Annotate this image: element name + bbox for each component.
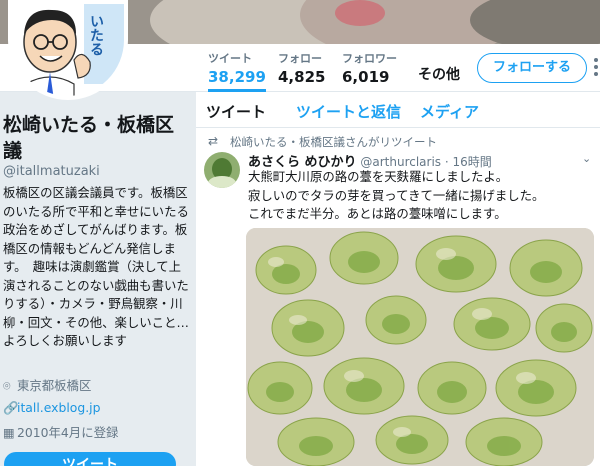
profile-handle[interactable]: @itallmatuzaki xyxy=(3,164,100,179)
tweet-text-line: これでまだ半分。あとは路の薹味噌にします。 xyxy=(248,206,507,221)
follow-button[interactable]: フォローする xyxy=(477,53,587,83)
profile-sidebar: 松崎いたる・板橋区議 @itallmatuzaki 板橋区の区議会議員です。板橋… xyxy=(0,100,201,466)
stat-followers-value: 6,019 xyxy=(342,68,390,86)
stat-followers[interactable]: フォロワー 6,019 xyxy=(342,50,397,86)
tweet-text-line: 大熊町大川原の路の薹を天麩羅にしましたよ。 xyxy=(248,169,509,184)
profile-name[interactable]: 松崎いたる・板橋区議 xyxy=(3,112,183,164)
stat-following-value: 4,825 xyxy=(278,68,326,86)
tweet-photo[interactable] xyxy=(246,228,594,466)
profile-joined: ▦ 2010年4月に登録 xyxy=(3,423,118,441)
profile-url-text[interactable]: itall.exblog.jp xyxy=(17,400,100,415)
profile-location: ⌾ 東京都板橋区 xyxy=(3,376,91,394)
tweet-text: 大熊町大川原の路の薹を天麩羅にしましたよ。 寂しいのでタラの芽を買ってきて一緒に… xyxy=(248,168,592,224)
retweet-icon: ⇄ xyxy=(208,134,219,148)
tab-media[interactable]: メディア xyxy=(420,101,479,122)
tweet-timestamp[interactable]: · 16時間 xyxy=(445,155,492,169)
timeline-tabs: ツイート ツイートと返信 メディア xyxy=(196,92,600,128)
profile-location-text: 東京都板橋区 xyxy=(17,378,92,393)
stat-following-label: フォロー xyxy=(278,52,322,65)
tweet-author-avatar[interactable] xyxy=(204,152,240,188)
avatar-text: いたる xyxy=(88,14,104,56)
tweet-button[interactable]: ツイート xyxy=(4,452,176,466)
retweet-context-text: 松崎いたる・板橋区議さんがリツイート xyxy=(230,135,437,149)
stat-tweets-value: 38,299 xyxy=(208,68,266,86)
tab-tweets[interactable]: ツイート xyxy=(206,101,266,122)
profile-url[interactable]: 🔗itall.exblog.jp xyxy=(3,400,100,416)
stat-following[interactable]: フォロー 4,825 xyxy=(278,50,325,86)
retweet-context[interactable]: ⇄ 松崎いたる・板橋区議さんがリツイート xyxy=(208,134,437,150)
tab-tweets-and-replies[interactable]: ツイートと返信 xyxy=(296,101,401,122)
location-icon: ⌾ xyxy=(3,378,11,393)
stat-tweets[interactable]: ツイート 38,299 xyxy=(208,50,266,92)
profile-joined-text: 2010年4月に登録 xyxy=(17,425,119,440)
tweet-author-handle[interactable]: @arthurclaris xyxy=(360,155,441,169)
calendar-icon: ▦ xyxy=(3,425,15,440)
stat-followers-label: フォロワー xyxy=(342,52,397,65)
more-vertical-icon[interactable] xyxy=(592,56,600,80)
link-icon: 🔗 xyxy=(3,400,19,415)
twitter-profile-page: ツイート 38,299 フォロー 4,825 フォロワー 6,019 その他 フ… xyxy=(0,0,600,466)
tweet-text-line: 寂しいのでタラの芽を買ってきて一緒に揚げました。 xyxy=(248,187,545,203)
timeline: ツイート ツイートと返信 メディア ⇄ 松崎いたる・板橋区議さんがリツイート あ… xyxy=(196,92,600,466)
more-menu[interactable]: その他 xyxy=(418,64,460,84)
stat-tweets-label: ツイート xyxy=(208,52,252,65)
profile-bio: 板橋区の区議会議員です。板橋区のいたる所で平和と幸せにいたる政治をめざしてがんば… xyxy=(3,185,201,348)
chevron-down-icon[interactable]: ⌄ xyxy=(582,152,591,165)
